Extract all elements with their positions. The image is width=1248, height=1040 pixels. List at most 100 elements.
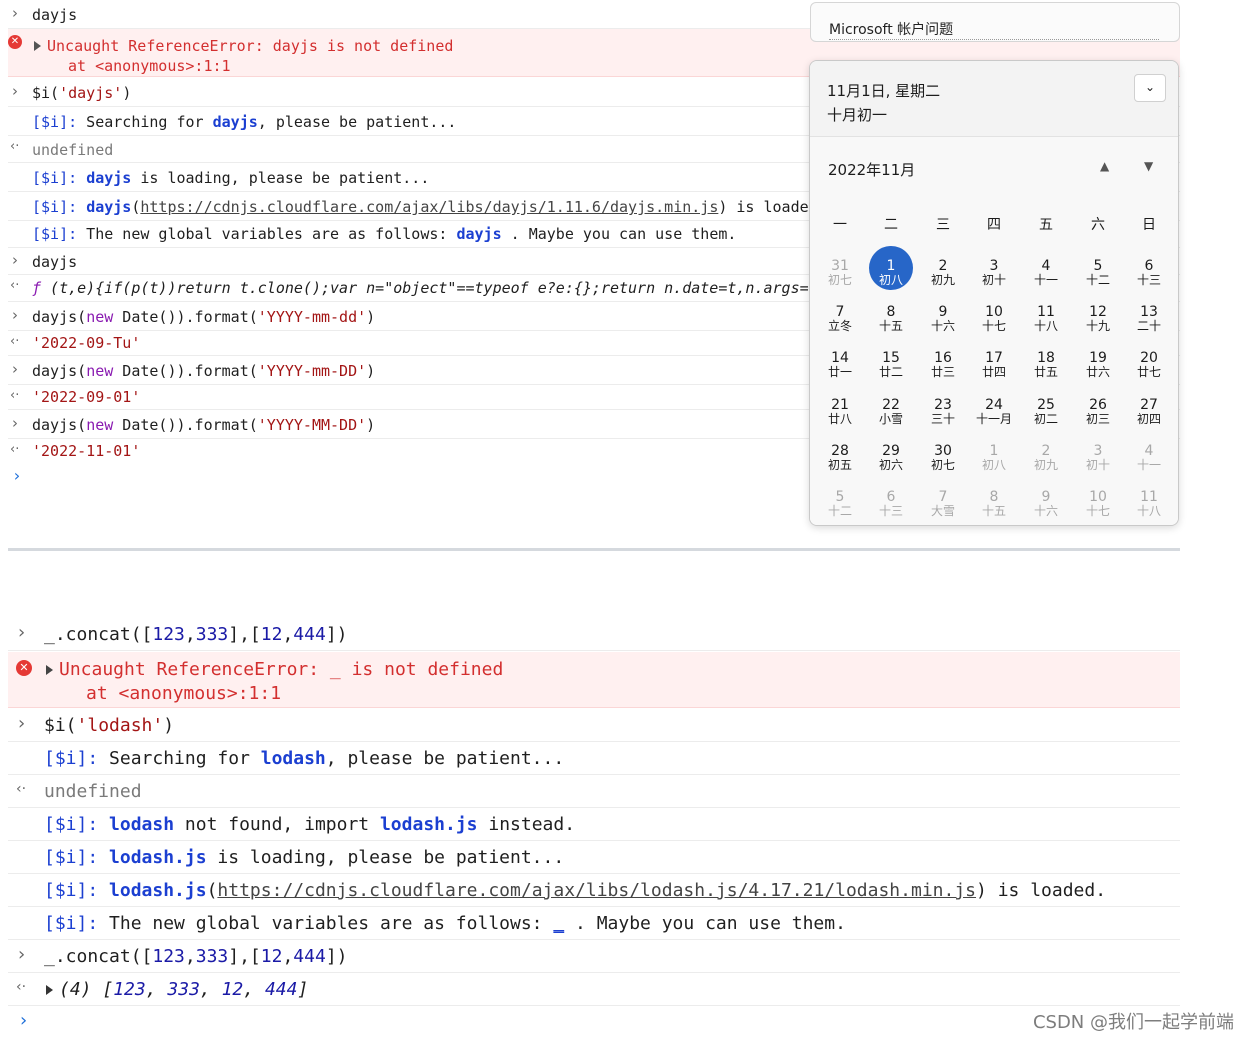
- calendar-day[interactable]: 2 初九: [917, 259, 969, 287]
- month-label[interactable]: 2022年11月: [828, 159, 915, 180]
- console-log-row: [$i]: lodash not found, import lodash.js…: [8, 808, 1180, 841]
- calendar-day[interactable]: 7 立冬: [814, 305, 866, 333]
- calendar-day[interactable]: 12 十九: [1072, 305, 1124, 333]
- lunar-day-label: 初三: [1085, 411, 1110, 426]
- lunar-day-label: 初九: [930, 273, 955, 287]
- function-glyph: ƒ: [32, 279, 42, 297]
- code-token: ): [122, 84, 132, 102]
- calendar-day[interactable]: 8 十五: [865, 305, 917, 333]
- console-input-row[interactable]: › _.concat([123,333],[12,444]): [8, 940, 1180, 973]
- console-prompt[interactable]: ›: [8, 1006, 1180, 1036]
- lunar-day-label: 立冬: [827, 319, 852, 334]
- weekday-label: 六: [1091, 217, 1105, 233]
- calendar-day[interactable]: 2 初九: [1020, 442, 1072, 472]
- result-arrow-icon: ‹·: [10, 388, 20, 403]
- calendar-day[interactable]: 4 十一: [1020, 259, 1072, 287]
- code-number: 12: [260, 946, 283, 967]
- code-token: ,: [243, 979, 265, 1000]
- calendar-day[interactable]: 25 初二: [1020, 396, 1072, 426]
- day-number: 2: [1041, 442, 1051, 459]
- day-number: 3: [1093, 442, 1103, 459]
- prev-month-icon[interactable]: ▲: [1100, 159, 1109, 173]
- calendar-day-today[interactable]: 1 初八: [865, 246, 917, 290]
- calendar-day[interactable]: 3 初十: [968, 259, 1020, 287]
- day-number: 23: [934, 396, 952, 413]
- calendar-day[interactable]: 8 十五: [968, 490, 1020, 518]
- calendar-day[interactable]: 7 大雪: [917, 490, 969, 518]
- day-number: 1: [886, 258, 896, 274]
- log-prefix: [$i]:: [44, 880, 99, 901]
- calendar-day[interactable]: 24 十一月: [968, 397, 1020, 426]
- day-number: 17: [985, 350, 1003, 367]
- weekday-label: 四: [987, 217, 1001, 233]
- log-text: instead.: [477, 814, 576, 835]
- code-keyword: new: [86, 308, 114, 326]
- calendar-day[interactable]: 27 初四: [1123, 397, 1175, 426]
- code-token: ]): [325, 946, 348, 967]
- calendar-day[interactable]: 6 十三: [865, 490, 917, 518]
- console-input-row[interactable]: › _.concat([123,333],[12,444]): [8, 618, 1180, 651]
- calendar-day[interactable]: 16 廿三: [917, 351, 969, 379]
- calendar-day[interactable]: 31 初七: [814, 259, 866, 287]
- code-token: _.concat([: [44, 624, 153, 645]
- lunar-day-label: 十七: [1085, 504, 1110, 518]
- array-preview: (4) [: [59, 979, 114, 1000]
- day-number: 5: [835, 489, 845, 505]
- calendar-day[interactable]: 9 十六: [1020, 490, 1072, 518]
- log-text: ) is loade: [718, 198, 809, 216]
- console-result-row: ‹· undefined: [8, 775, 1180, 808]
- calendar-day[interactable]: 29 初六: [865, 443, 917, 472]
- next-month-icon[interactable]: ▼: [1144, 159, 1153, 173]
- day-number: 25: [1037, 396, 1055, 413]
- calendar-day[interactable]: 3 初十: [1072, 442, 1124, 472]
- code-token: $i(: [44, 715, 77, 736]
- calendar-day[interactable]: 30 初七: [917, 443, 969, 472]
- calendar-day[interactable]: 5 十二: [1072, 259, 1124, 287]
- log-highlight: lodash.js: [109, 847, 207, 868]
- expand-triangle-icon[interactable]: [46, 665, 53, 675]
- prompt-chevron-icon: ›: [12, 4, 18, 22]
- calendar-day[interactable]: 17 廿四: [968, 351, 1020, 379]
- calendar-day[interactable]: 6 十三: [1123, 259, 1175, 287]
- calendar-day[interactable]: 26 初三: [1072, 397, 1124, 426]
- weekday-label: 二: [884, 217, 898, 233]
- script-url-link[interactable]: https://cdnjs.cloudflare.com/ajax/libs/d…: [140, 198, 718, 216]
- notification-bar[interactable]: Microsoft 帐户问题: [810, 2, 1180, 42]
- calendar-day[interactable]: 9 十六: [917, 305, 969, 333]
- lunar-day-label: 廿五: [1033, 365, 1058, 380]
- calendar-day[interactable]: 10 十七: [968, 305, 1020, 333]
- console-input-row[interactable]: › $i('lodash'): [8, 709, 1180, 742]
- log-prefix: [$i]:: [44, 913, 99, 934]
- calendar-day[interactable]: 21 廿八: [814, 397, 866, 426]
- console-error-row[interactable]: ✕ Uncaught ReferenceError: _ is not defi…: [8, 652, 1180, 708]
- log-prefix: [$i]:: [32, 113, 78, 131]
- script-url-link[interactable]: https://cdnjs.cloudflare.com/ajax/libs/l…: [217, 880, 976, 901]
- calendar-day[interactable]: 11 十八: [1020, 305, 1072, 333]
- calendar-day[interactable]: 20 廿七: [1123, 351, 1175, 379]
- code-token: ,: [282, 946, 294, 967]
- result-arrow-icon: ‹·: [10, 334, 20, 349]
- calendar-day[interactable]: 28 初五: [814, 443, 866, 472]
- calendar-day[interactable]: 14 廿一: [814, 351, 866, 379]
- collapse-chevron-icon[interactable]: ⌄: [1134, 74, 1166, 102]
- calendar-day[interactable]: 18 廿五: [1020, 351, 1072, 379]
- calendar-day[interactable]: 22 小雪: [865, 397, 917, 426]
- console-log-row: [$i]: The new global variables are as fo…: [8, 907, 1180, 940]
- calendar-day[interactable]: 11 十八: [1123, 490, 1175, 518]
- console-command: dayjs: [32, 6, 78, 24]
- calendar-day[interactable]: 10 十七: [1072, 490, 1124, 518]
- log-highlight: lodash.js: [379, 814, 478, 835]
- calendar-day[interactable]: 23 三十: [917, 396, 969, 426]
- day-number: 13: [1140, 304, 1158, 321]
- calendar-day[interactable]: 5 十二: [814, 490, 866, 518]
- calendar-day[interactable]: 19 廿六: [1072, 351, 1124, 379]
- expand-triangle-icon[interactable]: [46, 985, 53, 995]
- expand-triangle-icon[interactable]: [34, 41, 41, 51]
- lunar-day-label: 十九: [1085, 319, 1110, 334]
- calendar-day[interactable]: 15 廿二: [865, 351, 917, 379]
- console-result-row[interactable]: ‹· (4) [123, 333, 12, 444]: [8, 973, 1180, 1006]
- calendar-day[interactable]: 1 初八: [968, 443, 1020, 472]
- result-arrow-icon: ‹·: [10, 442, 20, 457]
- calendar-day[interactable]: 13 二十: [1123, 305, 1175, 333]
- calendar-day[interactable]: 4 十一: [1123, 443, 1175, 472]
